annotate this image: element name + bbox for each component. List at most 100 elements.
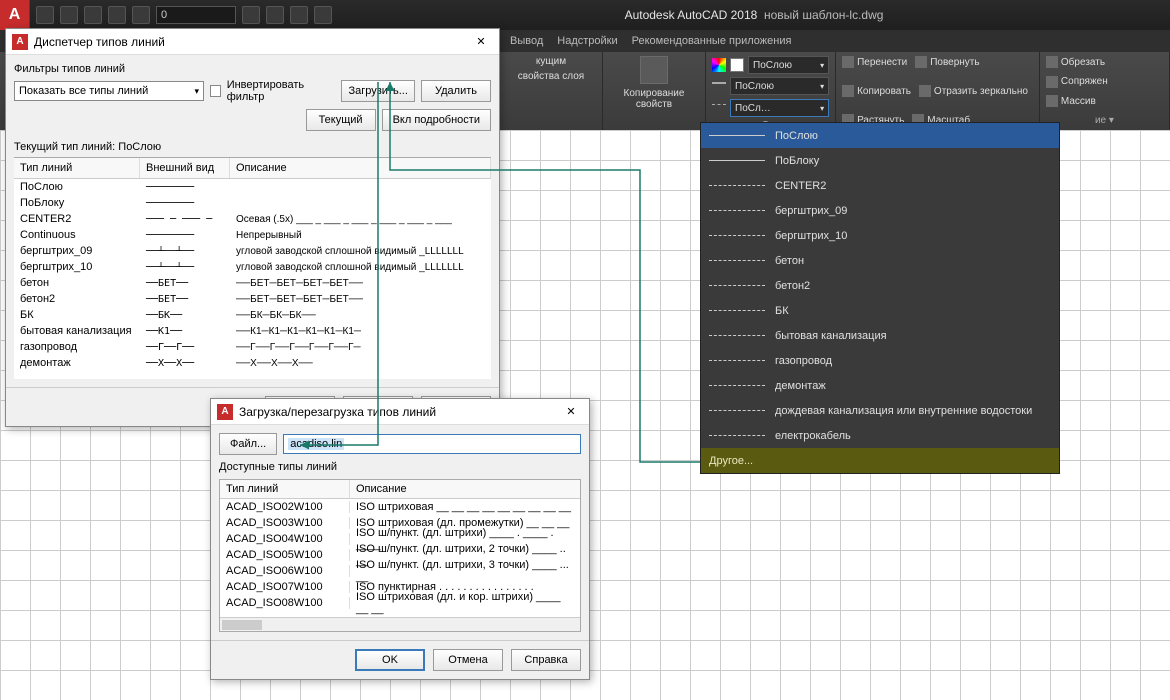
linetype-other[interactable]: Другое... — [701, 448, 1059, 473]
mirror-icon — [919, 85, 931, 97]
th-name[interactable]: Тип линий — [220, 480, 350, 498]
table-row[interactable]: БК──БК────БК─БК─БК── — [14, 307, 491, 323]
color-dropdown[interactable]: ПоСлою▾ — [748, 56, 829, 74]
invert-label: Инвертировать фильтр — [227, 79, 330, 103]
table-row[interactable]: ПоБлоку──────── — [14, 195, 491, 211]
linetype-option[interactable]: ПоСлою — [701, 123, 1059, 148]
panel-modify2: Обрезать Сопряжен Массив ие ▾ — [1040, 52, 1170, 130]
app-logo[interactable]: A — [0, 0, 30, 30]
match-props-icon — [640, 56, 668, 84]
linetype-name: ПоСлою — [775, 130, 818, 142]
table-row[interactable]: ACAD_ISO06W100ISO ш/пункт. (дл. штрихи, … — [220, 563, 580, 579]
th-desc[interactable]: Описание — [350, 480, 580, 498]
window-title: Autodesk AutoCAD 2018 новый шаблон-lc.dw… — [338, 8, 1170, 22]
panel-title[interactable]: ие ▾ — [1046, 115, 1163, 126]
qat-button[interactable] — [84, 6, 102, 24]
fillet-button[interactable]: Сопряжен — [1046, 76, 1163, 88]
qat-button[interactable] — [266, 6, 284, 24]
linetype-option[interactable]: електрокабель — [701, 423, 1059, 448]
filter-combo[interactable]: Показать все типы линий — [14, 81, 204, 101]
table-row[interactable]: бергштрих_09──┴──┴──угловой заводской сп… — [14, 243, 491, 259]
close-icon[interactable]: ✕ — [469, 32, 493, 52]
ribbon-tab[interactable]: Рекомендованные приложения — [632, 35, 792, 47]
table-row[interactable]: ПоСлою──────── — [14, 179, 491, 195]
qat-button[interactable] — [108, 6, 126, 24]
table-row[interactable]: демонтаж──X──X────X──X──X── — [14, 355, 491, 371]
move-icon — [842, 56, 854, 68]
match-props-button[interactable]: Копирование свойств — [609, 56, 699, 110]
th-look[interactable]: Внешний вид — [140, 158, 230, 178]
table-row[interactable]: газопровод──Г──Г────Г──Г──Г──Г──Г──Г─ — [14, 339, 491, 355]
linetype-option[interactable]: бетон2 — [701, 273, 1059, 298]
qat-button[interactable] — [242, 6, 260, 24]
table-row[interactable]: ACAD_ISO02W100ISO штриховая __ __ __ __ … — [220, 499, 580, 515]
linetype-table: Тип линий Внешний вид Описание ПоСлою───… — [14, 157, 491, 379]
delete-button[interactable]: Удалить — [421, 80, 491, 102]
qat-button[interactable] — [36, 6, 54, 24]
qat-button[interactable] — [290, 6, 308, 24]
file-button[interactable]: Файл... — [219, 433, 277, 455]
table-row[interactable]: бетон2──БЕТ────БЕТ─БЕТ─БЕТ─БЕТ── — [14, 291, 491, 307]
fillet-icon — [1046, 76, 1058, 88]
linetype-manager-dialog: A Диспетчер типов линий ✕ Фильтры типов … — [5, 28, 500, 427]
array-button[interactable]: Массив — [1046, 95, 1163, 107]
linetype-option[interactable]: CENTER2 — [701, 173, 1059, 198]
table-row[interactable]: бетон──БЕТ────БЕТ─БЕТ─БЕТ─БЕТ── — [14, 275, 491, 291]
help-button[interactable]: Справка — [511, 649, 581, 671]
current-button[interactable]: Текущий — [306, 109, 376, 131]
table-row[interactable]: ACAD_ISO08W100ISO штриховая (дл. и кор. … — [220, 595, 580, 611]
linetype-option[interactable]: бетон — [701, 248, 1059, 273]
linetype-name: демонтаж — [775, 380, 826, 392]
linetype-sample-icon — [709, 280, 765, 292]
linetype-name: CENTER2 — [775, 180, 826, 192]
h-scrollbar[interactable] — [220, 617, 580, 631]
linetype-option[interactable]: бытовая канализация — [701, 323, 1059, 348]
linetype-option[interactable]: ПоБлоку — [701, 148, 1059, 173]
trim-button[interactable]: Обрезать — [1046, 56, 1163, 68]
ribbon-tab[interactable]: Вывод — [510, 35, 543, 47]
qat-button[interactable] — [132, 6, 150, 24]
table-row[interactable]: Continuous────────Непрерывный — [14, 227, 491, 243]
table-row[interactable]: бытовая канализация──К1────К1─К1─К1─К1─К… — [14, 323, 491, 339]
panel-properties: ПоСлою▾ ПоСлою▾ ПоСл…▾ Сво — [706, 52, 836, 130]
details-button[interactable]: Вкл подробности — [382, 109, 491, 131]
linetype-sample-icon — [709, 380, 765, 392]
close-icon[interactable]: ✕ — [559, 402, 583, 422]
invert-checkbox[interactable] — [210, 85, 221, 97]
dialog-titlebar[interactable]: A Загрузка/перезагрузка типов линий ✕ — [211, 399, 589, 425]
linetype-name: бетон2 — [775, 280, 810, 292]
available-label: Доступные типы линий — [219, 461, 581, 473]
dialog-titlebar[interactable]: A Диспетчер типов линий ✕ — [6, 29, 499, 55]
linetype-option[interactable]: бергштрих_09 — [701, 198, 1059, 223]
table-row[interactable]: CENTER2─── ─ ─── ─Осевая (.5x) ___ _ ___… — [14, 211, 491, 227]
linetype-option[interactable]: бергштрих_10 — [701, 223, 1059, 248]
file-input[interactable]: acadiso.lin — [283, 434, 581, 454]
th-desc[interactable]: Описание — [230, 158, 491, 178]
rotate-icon — [915, 56, 927, 68]
copy-button[interactable]: Копировать — [842, 85, 911, 97]
panel-copy-props: Копирование свойств — [603, 52, 706, 130]
ok-button[interactable]: OK — [355, 649, 425, 671]
lineweight-dropdown[interactable]: ПоСлою▾ — [730, 77, 829, 95]
linetype-option[interactable]: дождевая канализация или внутренние водо… — [701, 398, 1059, 423]
qat-field[interactable]: 0 — [156, 6, 236, 24]
linetype-option[interactable]: демонтаж — [701, 373, 1059, 398]
linetype-option[interactable]: газопровод — [701, 348, 1059, 373]
layer-props-button[interactable]: кущим свойства слоя — [506, 56, 596, 82]
mirror-button[interactable]: Отразить зеркально — [919, 85, 1028, 97]
table-row[interactable]: бергштрих_10──┴──┴──угловой заводской сп… — [14, 259, 491, 275]
linetype-dropdown[interactable]: ПоСл…▾ — [730, 99, 829, 117]
linetype-option[interactable]: БК — [701, 298, 1059, 323]
linetype-sample-icon — [709, 430, 765, 442]
move-button[interactable]: Перенести — [842, 56, 907, 68]
linetype-sample-icon — [709, 155, 765, 167]
ribbon-tab[interactable]: Надстройки — [557, 35, 617, 47]
linetype-name: ПоБлоку — [775, 155, 819, 167]
load-button[interactable]: Загрузить... — [341, 80, 415, 102]
load-linetypes-dialog: A Загрузка/перезагрузка типов линий ✕ Фа… — [210, 398, 590, 680]
qat-button[interactable] — [314, 6, 332, 24]
rotate-button[interactable]: Повернуть — [915, 56, 979, 68]
th-name[interactable]: Тип линий — [14, 158, 140, 178]
cancel-button[interactable]: Отмена — [433, 649, 503, 671]
qat-button[interactable] — [60, 6, 78, 24]
